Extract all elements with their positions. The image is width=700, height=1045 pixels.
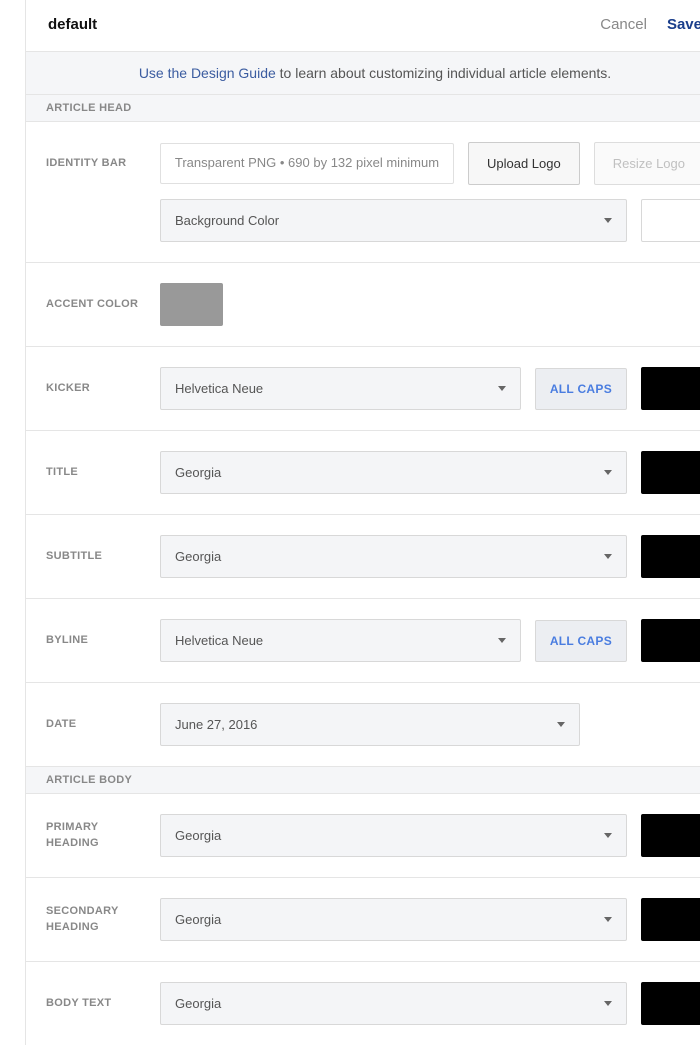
body-text-label: BODY TEXT <box>46 996 146 1011</box>
date-label: DATE <box>46 717 146 732</box>
row-subtitle: SUBTITLE Georgia <box>26 515 700 599</box>
subtitle-color-swatch[interactable] <box>641 535 700 578</box>
primary-heading-font-value: Georgia <box>175 828 221 843</box>
primary-heading-label: PRIMARY HEADING <box>46 820 146 851</box>
byline-content: Helvetica Neue ALL CAPS <box>160 619 700 662</box>
accent-color-label: ACCENT COLOR <box>46 297 146 312</box>
info-bar: Use the Design Guide to learn about cust… <box>26 51 700 95</box>
row-identity-bar: IDENTITY BAR Transparent PNG • 690 by 13… <box>26 122 700 199</box>
cancel-button[interactable]: Cancel <box>600 16 647 33</box>
info-bar-text: to learn about customizing individual ar… <box>276 65 611 81</box>
primary-heading-color-swatch[interactable] <box>641 814 700 857</box>
byline-allcaps-button[interactable]: ALL CAPS <box>535 620 627 662</box>
chevron-down-icon <box>604 218 612 223</box>
panel-header: default Cancel Save <box>26 0 700 51</box>
row-secondary-heading: SECONDARY HEADING Georgia <box>26 878 700 962</box>
row-primary-heading: PRIMARY HEADING Georgia <box>26 794 700 878</box>
row-title: TITLE Georgia <box>26 431 700 515</box>
chevron-down-icon <box>498 638 506 643</box>
title-font-select[interactable]: Georgia <box>160 451 627 494</box>
identity-bar-label: IDENTITY BAR <box>46 156 146 171</box>
kicker-font-value: Helvetica Neue <box>175 381 263 396</box>
chevron-down-icon <box>604 1001 612 1006</box>
chevron-down-icon <box>498 386 506 391</box>
title-label: TITLE <box>46 465 146 480</box>
secondary-heading-label: SECONDARY HEADING <box>46 904 146 935</box>
resize-logo-button: Resize Logo <box>594 142 700 185</box>
row-accent-color: ACCENT COLOR <box>26 262 700 347</box>
subtitle-content: Georgia <box>160 535 700 578</box>
section-heading-article-body: ARTICLE BODY <box>26 766 700 794</box>
title-font-value: Georgia <box>175 465 221 480</box>
body-text-font-value: Georgia <box>175 996 221 1011</box>
row-date: DATE June 27, 2016 <box>26 683 700 766</box>
kicker-font-select[interactable]: Helvetica Neue <box>160 367 521 410</box>
primary-heading-font-select[interactable]: Georgia <box>160 814 627 857</box>
logo-placeholder: Transparent PNG • 690 by 132 pixel minim… <box>160 143 454 183</box>
save-button[interactable]: Save <box>667 16 700 33</box>
secondary-heading-font-select[interactable]: Georgia <box>160 898 627 941</box>
secondary-heading-content: Georgia <box>160 898 700 941</box>
chevron-down-icon <box>557 722 565 727</box>
chevron-down-icon <box>604 554 612 559</box>
secondary-heading-color-swatch[interactable] <box>641 898 700 941</box>
background-color-select[interactable]: Background Color <box>160 199 627 242</box>
chevron-down-icon <box>604 917 612 922</box>
background-color-swatch[interactable] <box>641 199 700 242</box>
date-content: June 27, 2016 <box>160 703 700 746</box>
subtitle-font-select[interactable]: Georgia <box>160 535 627 578</box>
byline-font-select[interactable]: Helvetica Neue <box>160 619 521 662</box>
kicker-label: KICKER <box>46 381 146 396</box>
header-actions: Cancel Save <box>600 16 700 33</box>
row-byline: BYLINE Helvetica Neue ALL CAPS <box>26 599 700 683</box>
row-identity-bar-bg: Background Color <box>26 199 700 262</box>
background-color-value: Background Color <box>175 213 279 228</box>
byline-color-swatch[interactable] <box>641 619 700 662</box>
design-guide-link[interactable]: Use the Design Guide <box>139 65 276 81</box>
title-content: Georgia <box>160 451 700 494</box>
date-value: June 27, 2016 <box>175 717 257 732</box>
title-color-swatch[interactable] <box>641 451 700 494</box>
byline-label: BYLINE <box>46 633 146 648</box>
subtitle-label: SUBTITLE <box>46 549 146 564</box>
kicker-allcaps-button[interactable]: ALL CAPS <box>535 368 627 410</box>
body-text-content: Georgia <box>160 982 700 1025</box>
page-title: default <box>48 16 97 33</box>
body-text-color-swatch[interactable] <box>641 982 700 1025</box>
row-body-text: BODY TEXT Georgia <box>26 962 700 1045</box>
date-select[interactable]: June 27, 2016 <box>160 703 580 746</box>
primary-heading-content: Georgia <box>160 814 700 857</box>
chevron-down-icon <box>604 833 612 838</box>
settings-panel: default Cancel Save Use the Design Guide… <box>25 0 700 1045</box>
identity-bar-content: Transparent PNG • 690 by 132 pixel minim… <box>160 142 700 185</box>
kicker-content: Helvetica Neue ALL CAPS <box>160 367 700 410</box>
body-text-font-select[interactable]: Georgia <box>160 982 627 1025</box>
accent-color-content <box>160 283 700 326</box>
section-heading-article-head: ARTICLE HEAD <box>26 95 700 122</box>
upload-logo-button[interactable]: Upload Logo <box>468 142 580 185</box>
row-kicker: KICKER Helvetica Neue ALL CAPS <box>26 347 700 431</box>
byline-font-value: Helvetica Neue <box>175 633 263 648</box>
subtitle-font-value: Georgia <box>175 549 221 564</box>
chevron-down-icon <box>604 470 612 475</box>
accent-color-swatch[interactable] <box>160 283 223 326</box>
kicker-color-swatch[interactable] <box>641 367 700 410</box>
secondary-heading-font-value: Georgia <box>175 912 221 927</box>
